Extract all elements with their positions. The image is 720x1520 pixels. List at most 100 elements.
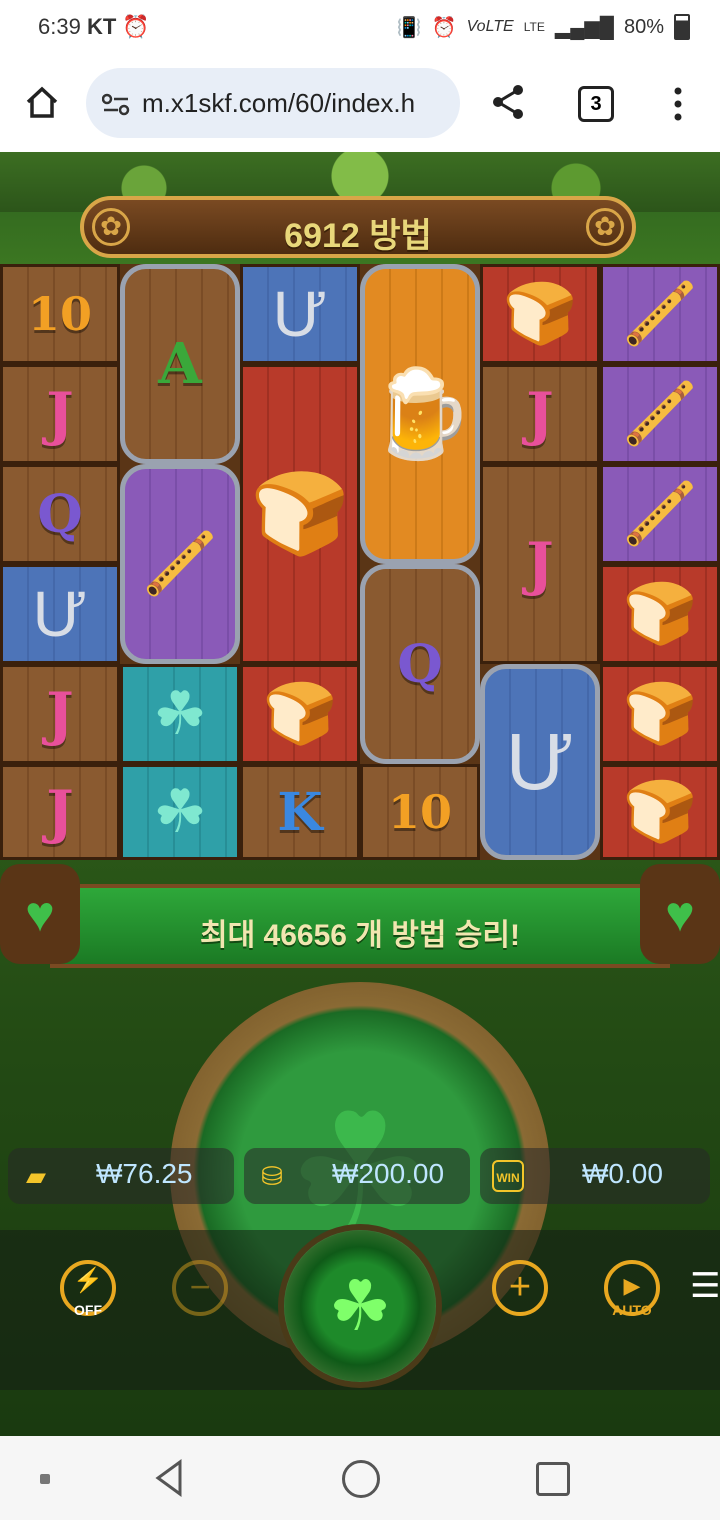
home-nav-icon[interactable] [342, 1460, 380, 1498]
alarm-icon: ⏰ [122, 14, 150, 39]
win-icon: WIN [492, 1160, 524, 1192]
url-bar[interactable]: m.x1skf.com/60/index.h [86, 68, 460, 138]
more-icon[interactable] [672, 86, 684, 122]
recent-indicator-icon [40, 1474, 50, 1484]
bread-icon: 🍞 [502, 280, 578, 347]
symbol-bread: 🍞 [600, 564, 720, 664]
bread-icon: 🍞 [622, 580, 698, 647]
pipe-icon: 🪈 [622, 280, 698, 347]
symbol-clover: ☘ [120, 764, 240, 860]
turbo-label: OFF [74, 1302, 102, 1318]
symbol-pipe: 🪈 [600, 264, 720, 364]
symbol-j: J [480, 464, 600, 664]
symbol-pipe: 🪈 [600, 364, 720, 464]
coins-icon: ⛁ [261, 1161, 283, 1191]
clover-icon: ☘ [153, 778, 207, 845]
horseshoe-icon: Ư [505, 717, 575, 806]
symbol-j: J [0, 364, 120, 464]
max-ways-bar: 최대 46656 개 방법 승리! [50, 884, 670, 968]
wallet-icon: ▰ [26, 1161, 46, 1191]
symbol-horseshoe: Ư [480, 664, 600, 860]
bet-display[interactable]: ⛁ ₩200.00 [244, 1148, 470, 1204]
max-ways-text: 최대 46656 개 방법 승리! [200, 919, 520, 952]
symbol-pipe: 🪈 [120, 464, 240, 664]
bet-increase-button[interactable]: + [492, 1260, 548, 1316]
symbol-a: A [120, 264, 240, 464]
heart-ornament-icon: ♥ [640, 864, 720, 964]
symbol-q: Q [0, 464, 120, 564]
tab-switcher-button[interactable]: 3 [578, 86, 614, 122]
bread-icon: 🍞 [622, 778, 698, 845]
bet-value: ₩200.00 [332, 1158, 445, 1189]
status-right: 📳 ⏰ VoLTE LTE ▂▄▆█ 80% [397, 14, 690, 40]
recents-icon[interactable] [536, 1462, 570, 1496]
symbol-10: 10 [0, 264, 120, 364]
spin-button[interactable]: ☘ [284, 1230, 436, 1382]
symbol-horseshoe: Ư [0, 564, 120, 664]
balance-display: ▰ ₩76.25 [8, 1148, 234, 1204]
balance-value: ₩76.25 [96, 1158, 193, 1189]
horseshoe-icon: Ư [272, 278, 328, 350]
symbol-bread: 🍞 [240, 364, 360, 664]
home-icon[interactable] [24, 84, 60, 120]
bread-icon: 🍞 [622, 680, 698, 747]
clover-spin-icon: ☘ [328, 1267, 392, 1345]
status-time: 6:39 KT ⏰ [38, 14, 150, 39]
symbol-j: J [0, 664, 120, 764]
symbol-pipe: 🪈 [600, 464, 720, 564]
symbol-j: J [0, 764, 120, 860]
pipe-icon: 🪈 [622, 480, 698, 547]
symbol-bread: 🍞 [480, 264, 600, 364]
pipe-icon: 🪈 [142, 530, 218, 597]
plus-icon: + [508, 1266, 532, 1308]
symbol-k: K [240, 764, 360, 860]
symbol-10: 10 [360, 764, 480, 860]
site-settings-icon[interactable] [101, 92, 130, 116]
beer-mug-icon: 🍺 [366, 366, 474, 462]
symbol-j: J [480, 364, 600, 464]
minus-icon: − [189, 1266, 211, 1307]
auto-spin-button[interactable]: ▶ AUTO [604, 1260, 660, 1318]
bread-icon: 🍞 [250, 469, 350, 558]
lightning-icon: ⚡ [73, 1267, 103, 1294]
vibrate-icon: 📳 [396, 16, 422, 39]
auto-label: AUTO [612, 1302, 652, 1318]
symbol-bread: 🍞 [600, 664, 720, 764]
max-ways-banner: 최대 46656 개 방법 승리! ♥ ♥ [0, 864, 720, 974]
symbol-bread: 🍞 [600, 764, 720, 860]
symbol-clover: ☘ [120, 664, 240, 764]
symbol-beer-mug: 🍺 [360, 264, 480, 564]
battery-percent: 80% [623, 15, 664, 38]
signal-icon: ▂▄▆█ [554, 16, 614, 39]
reels-grid: 10 J Q Ư J J A 🪈 ☘ ☘ Ư 🍞 🍞 K 🍺 Q 10 🍞 J … [0, 264, 720, 860]
slot-game: ✿ 6912 방법 ✿ 10 J Q Ư J J A 🪈 ☘ ☘ Ư 🍞 🍞 K… [0, 152, 720, 1436]
bet-decrease-button[interactable]: − [172, 1260, 228, 1316]
back-icon[interactable] [152, 1458, 186, 1498]
heart-ornament-icon: ♥ [0, 864, 80, 964]
clover-icon: ☘ [153, 680, 207, 747]
bread-icon: 🍞 [262, 680, 338, 747]
clover-ornament-icon: ✿ [586, 208, 624, 246]
alarm-icon: ⏰ [431, 16, 457, 39]
browser-toolbar: m.x1skf.com/60/index.h 3 [0, 56, 720, 152]
ways-count: 6912 방법 [284, 217, 432, 255]
pipe-icon: 🪈 [622, 380, 698, 447]
symbol-q: Q [360, 564, 480, 764]
symbol-horseshoe: Ư [240, 264, 360, 364]
url-text: m.x1skf.com/60/index.h [142, 88, 416, 118]
symbol-bread: 🍞 [240, 664, 360, 764]
control-bar: ⚡ OFF − ☘ + ▶ AUTO ☰ [0, 1230, 720, 1390]
ways-banner: ✿ 6912 방법 ✿ [80, 196, 636, 258]
share-icon[interactable] [488, 82, 528, 122]
turbo-toggle[interactable]: ⚡ OFF [60, 1260, 116, 1318]
status-bar: 6:39 KT ⏰ 📳 ⏰ VoLTE LTE ▂▄▆█ 80% [0, 0, 720, 56]
win-value: ₩0.00 [582, 1158, 663, 1189]
info-bar: ▰ ₩76.25 ⛁ ₩200.00 WIN ₩0.00 [0, 1148, 720, 1206]
lte-icon: LTE [523, 20, 545, 34]
menu-icon[interactable]: ☰ [690, 1266, 720, 1306]
battery-icon [674, 14, 690, 40]
system-nav-bar [0, 1436, 720, 1520]
win-display: WIN ₩0.00 [480, 1148, 710, 1204]
horseshoe-icon: Ư [32, 578, 88, 650]
volte-icon: VoLTE [466, 18, 514, 35]
